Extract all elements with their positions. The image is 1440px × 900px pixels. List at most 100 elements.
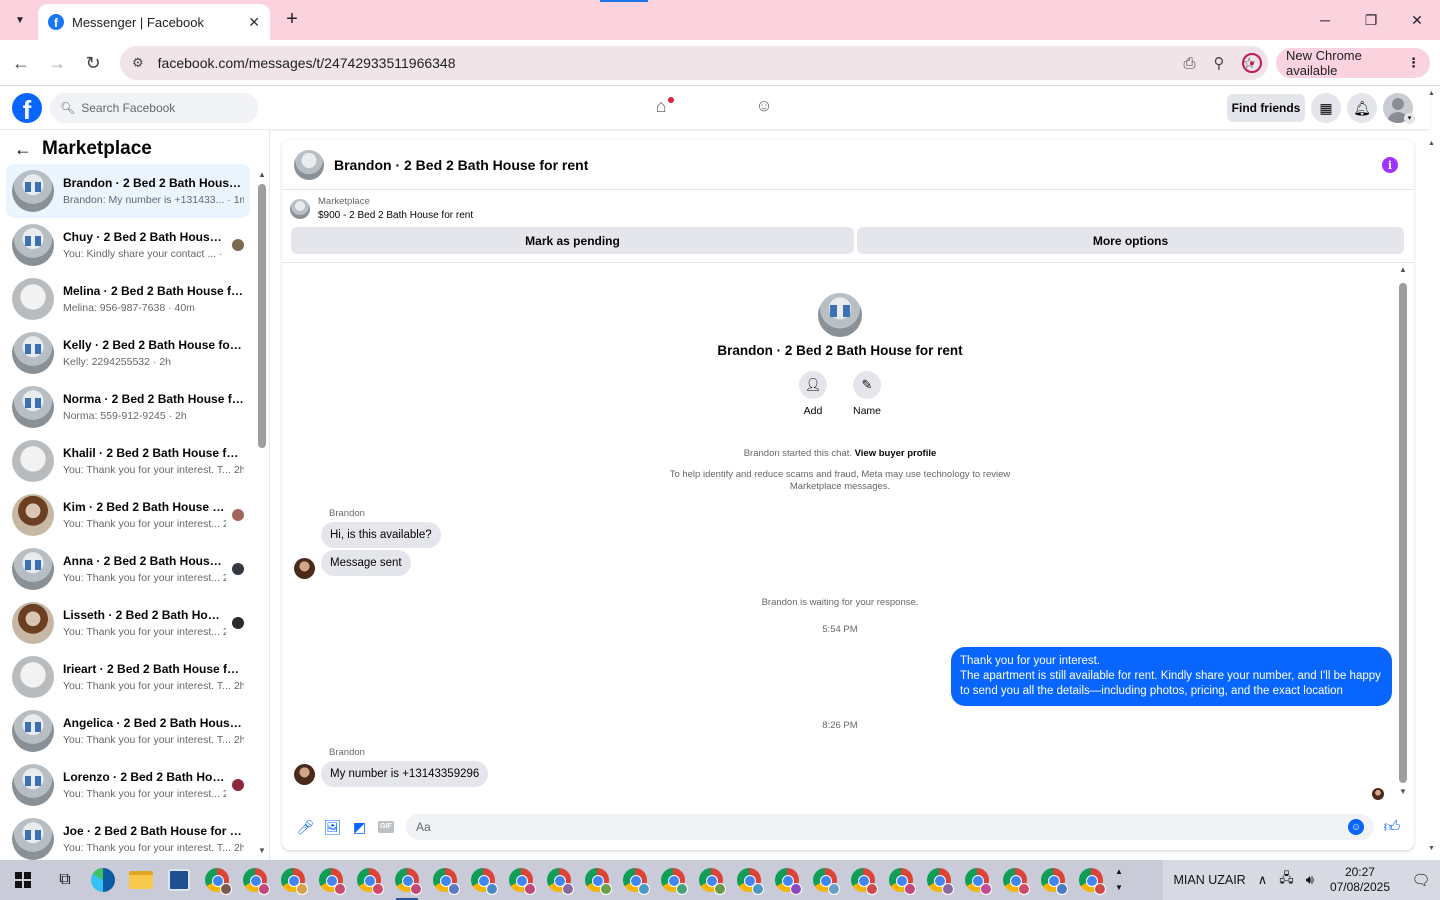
- window-close-icon[interactable]: ✕: [1394, 0, 1440, 40]
- incoming-message[interactable]: My number is +13143359296: [321, 761, 489, 787]
- notification-center-icon[interactable]: 🗨︎: [1402, 871, 1440, 889]
- chrome-taskbar-button[interactable]: [958, 860, 996, 900]
- app-taskbar-button[interactable]: [160, 860, 198, 900]
- chrome-taskbar-button[interactable]: [312, 860, 350, 900]
- chrome-taskbar-button[interactable]: [198, 860, 236, 900]
- view-buyer-profile-link[interactable]: View buyer profile: [855, 448, 937, 459]
- menu-grid-icon[interactable]: ▦: [1311, 93, 1341, 123]
- page-scroll-down-icon[interactable]: ▼: [1428, 845, 1435, 852]
- scroll-up-icon[interactable]: ▲: [258, 170, 266, 179]
- chrome-taskbar-button[interactable]: [350, 860, 388, 900]
- show-hidden-icons-icon[interactable]: ∧: [1258, 872, 1268, 888]
- chrome-taskbar-button[interactable]: [1034, 860, 1072, 900]
- chrome-taskbar-button[interactable]: [882, 860, 920, 900]
- back-icon[interactable]: ←: [8, 50, 34, 76]
- edit-name-button[interactable]: ✎ Name: [847, 371, 887, 417]
- conversation-item[interactable]: Brandon · 2 Bed 2 Bath House f... Brandon…: [6, 164, 250, 218]
- chrome-taskbar-button[interactable]: [578, 860, 616, 900]
- gif-icon[interactable]: GIF: [378, 821, 394, 833]
- taskbar-clock[interactable]: 20:27 07/08/2025: [1330, 865, 1390, 895]
- thread-scroll-up-icon[interactable]: ▲: [1399, 265, 1407, 274]
- task-view-button[interactable]: ⧉: [46, 860, 84, 900]
- tray-user-name[interactable]: MIAN UZAIR: [1173, 873, 1245, 887]
- incoming-message[interactable]: Message sent: [321, 550, 411, 576]
- scroll-down-icon[interactable]: ▼: [258, 846, 266, 855]
- message-input[interactable]: Aa ☺: [406, 814, 1374, 840]
- chrome-profile-icon[interactable]: ●: [1242, 53, 1262, 73]
- chrome-taskbar-button[interactable]: [692, 860, 730, 900]
- edge-taskbar-button[interactable]: [84, 860, 122, 900]
- chrome-taskbar-button[interactable]: [806, 860, 844, 900]
- chrome-taskbar-button[interactable]: [616, 860, 654, 900]
- browser-tab-messenger[interactable]: f Messenger | Facebook ✕: [38, 4, 270, 40]
- chrome-taskbar-button[interactable]: [502, 860, 540, 900]
- chrome-taskbar-button[interactable]: [236, 860, 274, 900]
- chrome-taskbar-button[interactable]: [844, 860, 882, 900]
- listing-summary[interactable]: Marketplace $900 - 2 Bed 2 Bath House fo…: [290, 196, 473, 221]
- maximize-icon[interactable]: ❐: [1348, 0, 1394, 40]
- chrome-taskbar-button[interactable]: [388, 860, 426, 900]
- chat-title[interactable]: Brandon · 2 Bed 2 Bath House for rent: [334, 157, 588, 173]
- thumbs-up-icon[interactable]: 👍︎: [1380, 818, 1404, 837]
- reload-icon[interactable]: ↻: [80, 50, 106, 76]
- conversation-item[interactable]: Anna · 2 Bed 2 Bath House fo... You: Than…: [6, 542, 250, 596]
- emoji-icon[interactable]: ☺: [1348, 819, 1364, 835]
- chrome-menu-icon[interactable]: ⋮: [1407, 55, 1420, 71]
- conversation-list-scrollbar[interactable]: ▲ ▼: [258, 170, 266, 860]
- forward-icon[interactable]: →: [44, 50, 70, 76]
- add-contact-button[interactable]: 👤︎ Add: [793, 371, 833, 417]
- mark-as-pending-button[interactable]: Mark as pending: [291, 227, 854, 254]
- microphone-icon[interactable]: 🎤︎: [292, 819, 319, 836]
- notifications-bell-icon[interactable]: 🔔︎: [1347, 93, 1377, 123]
- photo-icon[interactable]: 🖼︎: [319, 819, 346, 836]
- account-chevron-icon[interactable]: ▾: [1404, 113, 1415, 124]
- minimize-icon[interactable]: ─: [1302, 0, 1348, 40]
- outgoing-message[interactable]: Thank you for your interest. The apartme…: [951, 647, 1392, 706]
- chrome-taskbar-button[interactable]: [1072, 860, 1110, 900]
- conversation-item[interactable]: Norma · 2 Bed 2 Bath House fo... Norma: 5…: [6, 380, 250, 434]
- sticker-icon[interactable]: ◩: [346, 819, 373, 836]
- site-info-icon[interactable]: ⚙: [132, 55, 144, 71]
- chrome-taskbar-button[interactable]: [274, 860, 312, 900]
- conversation-item[interactable]: Kim · 2 Bed 2 Bath House for ... You: Tha…: [6, 488, 250, 542]
- thread-scrollbar-thumb[interactable]: [1399, 283, 1407, 783]
- start-button[interactable]: [0, 860, 46, 900]
- chrome-taskbar-button[interactable]: [768, 860, 806, 900]
- find-friends-button[interactable]: Find friends: [1227, 94, 1305, 122]
- chat-avatar[interactable]: [294, 149, 324, 180]
- info-icon[interactable]: i: [1382, 157, 1398, 173]
- page-scrollbar[interactable]: ▲ ▼: [1428, 140, 1438, 855]
- url-text[interactable]: facebook.com/messages/t/2474293351196634…: [158, 55, 1166, 71]
- sender-avatar[interactable]: [294, 558, 315, 579]
- volume-icon[interactable]: 🔊︎: [1306, 872, 1314, 888]
- address-bar[interactable]: ⚙ facebook.com/messages/t/24742933511966…: [120, 46, 1268, 80]
- taskbar-scroll-down-icon[interactable]: ▼: [1115, 880, 1123, 896]
- scrollbar-thumb[interactable]: [258, 184, 266, 448]
- chrome-taskbar-button[interactable]: [996, 860, 1034, 900]
- network-icon[interactable]: 🖧: [1279, 869, 1294, 891]
- page-scroll-up-icon[interactable]: ▲: [1428, 90, 1435, 97]
- page-scroll-up-icon[interactable]: ▲: [1428, 140, 1435, 147]
- taskbar-scroll[interactable]: ▲ ▼: [1110, 860, 1128, 900]
- groups-icon[interactable]: ☺: [753, 96, 775, 118]
- conversation-item[interactable]: Chuy · 2 Bed 2 Bath House fo... You: Kind…: [6, 218, 250, 272]
- more-options-button[interactable]: More options: [857, 227, 1404, 254]
- conversation-item[interactable]: Khalil · 2 Bed 2 Bath House for ... You: …: [6, 434, 250, 488]
- conversation-item[interactable]: Irieart · 2 Bed 2 Bath House for ... You:…: [6, 650, 250, 704]
- zoom-icon[interactable]: ⚲: [1214, 54, 1225, 72]
- taskbar-scroll-up-icon[interactable]: ▲: [1115, 864, 1123, 880]
- chrome-taskbar-button[interactable]: [730, 860, 768, 900]
- conversation-item[interactable]: Joe · 2 Bed 2 Bath House for rent You: Th…: [6, 812, 250, 860]
- thread-scrollbar[interactable]: ▲ ▼: [1398, 265, 1408, 805]
- conversation-item[interactable]: Angelica · 2 Bed 2 Bath House f... You: T…: [6, 704, 250, 758]
- incoming-message[interactable]: Hi, is this available?: [321, 522, 441, 548]
- file-explorer-taskbar-button[interactable]: [122, 860, 160, 900]
- new-tab-icon[interactable]: +: [280, 8, 304, 32]
- conversation-item[interactable]: Lisseth · 2 Bed 2 Bath House ... You: Tha…: [6, 596, 250, 650]
- back-arrow-icon[interactable]: ←: [14, 139, 32, 160]
- facebook-search-input[interactable]: 🔍︎ Search Facebook: [50, 93, 258, 123]
- conversation-item[interactable]: Lorenzo · 2 Bed 2 Bath House... You: Than…: [6, 758, 250, 812]
- conversation-item[interactable]: Kelly · 2 Bed 2 Bath House for r... Kelly…: [6, 326, 250, 380]
- facebook-logo-icon[interactable]: f: [12, 93, 42, 123]
- chrome-taskbar-button[interactable]: [426, 860, 464, 900]
